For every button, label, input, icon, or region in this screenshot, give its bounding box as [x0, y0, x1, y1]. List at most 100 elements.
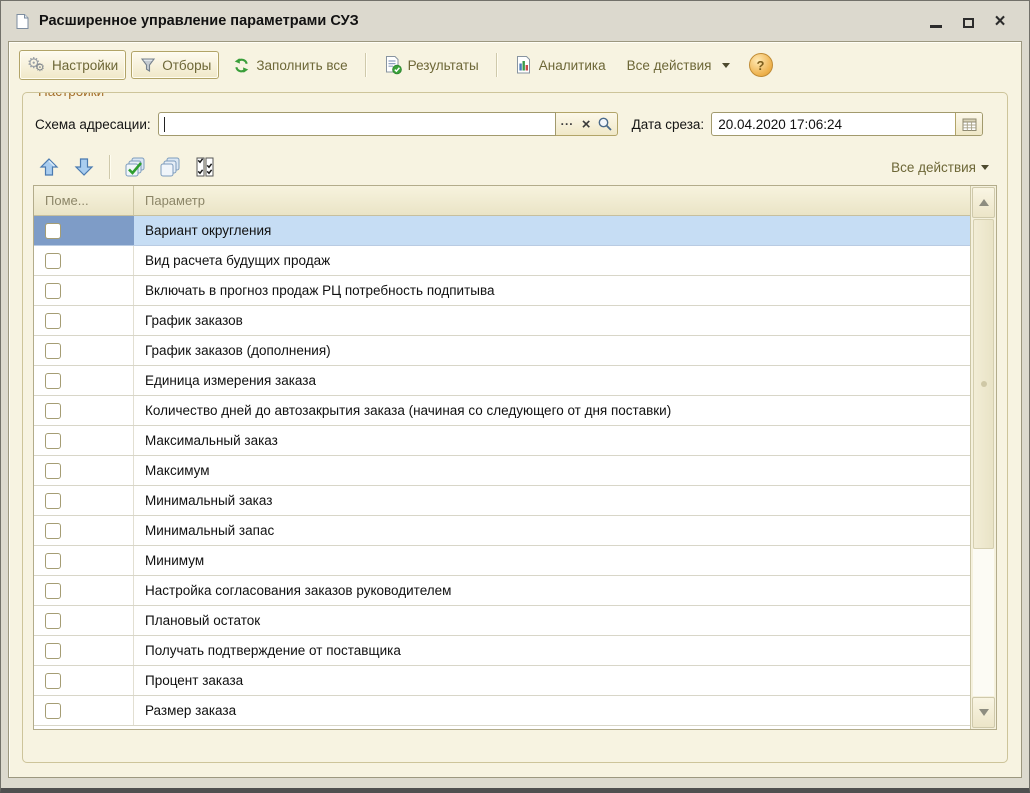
- table-row[interactable]: Количество дней до автозакрытия заказа (…: [34, 396, 970, 426]
- filters-button[interactable]: Отборы: [131, 51, 219, 79]
- row-checkbox[interactable]: [45, 583, 61, 599]
- row-mark-cell[interactable]: [34, 486, 134, 515]
- row-checkbox[interactable]: [45, 523, 61, 539]
- column-header-parameter[interactable]: Параметр: [134, 186, 970, 215]
- row-param-label: Минимум: [134, 546, 970, 575]
- funnel-icon: [139, 56, 157, 74]
- row-checkbox[interactable]: [45, 403, 61, 419]
- row-mark-cell[interactable]: [34, 606, 134, 635]
- text-caret: [164, 117, 165, 132]
- row-checkbox[interactable]: [45, 433, 61, 449]
- row-checkbox[interactable]: [45, 283, 61, 299]
- table-row[interactable]: Процент заказа: [34, 666, 970, 696]
- minimize-icon[interactable]: [928, 13, 944, 29]
- row-mark-cell[interactable]: [34, 696, 134, 725]
- table-body: Вариант округленияВид расчета будущих пр…: [34, 216, 970, 729]
- table-row[interactable]: Единица измерения заказа: [34, 366, 970, 396]
- maximize-icon[interactable]: [960, 13, 976, 29]
- table-row[interactable]: График заказов (дополнения): [34, 336, 970, 366]
- row-mark-cell[interactable]: [34, 576, 134, 605]
- analytics-button-label: Аналитика: [539, 58, 606, 73]
- row-mark-cell[interactable]: [34, 396, 134, 425]
- fill-all-button[interactable]: Заполнить все: [224, 51, 355, 80]
- table-header: Поме... Параметр: [34, 186, 970, 216]
- row-checkbox[interactable]: [45, 373, 61, 389]
- row-mark-cell[interactable]: [34, 666, 134, 695]
- clear-icon[interactable]: ×: [577, 114, 596, 134]
- row-checkbox[interactable]: [45, 703, 61, 719]
- row-checkbox[interactable]: [45, 613, 61, 629]
- lookup-button[interactable]: ...: [558, 111, 577, 137]
- table-row[interactable]: Максимум: [34, 456, 970, 486]
- app-window: Расширенное управление параметрами СУЗ ×…: [0, 0, 1030, 793]
- results-button[interactable]: Результаты: [375, 50, 487, 80]
- table-row[interactable]: Минимальный заказ: [34, 486, 970, 516]
- settings-button[interactable]: ⚙⚙ Настройки: [19, 50, 126, 80]
- row-checkbox[interactable]: [45, 493, 61, 509]
- row-mark-cell[interactable]: [34, 216, 134, 245]
- scrollbar-track[interactable]: [973, 549, 994, 696]
- column-header-mark[interactable]: Поме...: [34, 186, 134, 215]
- date-label: Дата среза:: [632, 117, 705, 132]
- date-input[interactable]: 20.04.2020 17:06:24: [712, 113, 955, 135]
- table-row[interactable]: Максимальный заказ: [34, 426, 970, 456]
- settings-button-label: Настройки: [52, 58, 118, 73]
- scroll-up-button[interactable]: [972, 187, 995, 218]
- vertical-scrollbar[interactable]: [970, 186, 996, 729]
- scrollbar-thumb[interactable]: [973, 219, 994, 549]
- table-row[interactable]: Включать в прогноз продаж РЦ потребность…: [34, 276, 970, 306]
- row-param-label: Минимальный заказ: [134, 486, 970, 515]
- check-all-button[interactable]: [121, 153, 149, 181]
- results-button-label: Результаты: [408, 58, 479, 73]
- table-row[interactable]: Минимум: [34, 546, 970, 576]
- filters-button-label: Отборы: [162, 58, 211, 73]
- calendar-icon[interactable]: [955, 113, 982, 135]
- invert-marks-button[interactable]: [191, 153, 219, 181]
- scroll-down-button[interactable]: [972, 697, 995, 728]
- move-down-button[interactable]: [70, 153, 98, 181]
- row-mark-cell[interactable]: [34, 336, 134, 365]
- table-row[interactable]: Минимальный запас: [34, 516, 970, 546]
- table-row[interactable]: Плановый остаток: [34, 606, 970, 636]
- refresh-icon: [232, 56, 251, 75]
- row-mark-cell[interactable]: [34, 276, 134, 305]
- table-row[interactable]: Размер заказа: [34, 696, 970, 726]
- move-up-button[interactable]: [35, 153, 63, 181]
- gears-icon: ⚙⚙: [27, 55, 47, 75]
- analytics-button[interactable]: Аналитика: [506, 50, 614, 80]
- table-row[interactable]: Вариант округления: [34, 216, 970, 246]
- table-row[interactable]: График заказов: [34, 306, 970, 336]
- row-mark-cell[interactable]: [34, 516, 134, 545]
- row-checkbox[interactable]: [45, 313, 61, 329]
- table-row[interactable]: Настройка согласования заказов руководит…: [34, 576, 970, 606]
- results-icon: [383, 55, 403, 75]
- table-row[interactable]: Вид расчета будущих продаж: [34, 246, 970, 276]
- help-button[interactable]: ?: [749, 53, 773, 77]
- settings-fields-row: Схема адресации: ... ×: [35, 111, 995, 137]
- row-mark-cell[interactable]: [34, 366, 134, 395]
- row-mark-cell[interactable]: [34, 306, 134, 335]
- row-checkbox[interactable]: [45, 253, 61, 269]
- row-mark-cell[interactable]: [34, 456, 134, 485]
- row-checkbox[interactable]: [45, 673, 61, 689]
- table-row[interactable]: Получать подтверждение от поставщика: [34, 636, 970, 666]
- all-actions-button[interactable]: Все действия: [619, 53, 738, 78]
- list-toolbar: Все действия: [33, 149, 997, 185]
- row-checkbox[interactable]: [45, 643, 61, 659]
- search-icon[interactable]: [596, 114, 615, 134]
- row-checkbox[interactable]: [45, 553, 61, 569]
- row-mark-cell[interactable]: [34, 426, 134, 455]
- row-mark-cell[interactable]: [34, 636, 134, 665]
- invert-marks-icon: [194, 156, 216, 178]
- schema-input[interactable]: [158, 112, 556, 136]
- uncheck-all-button[interactable]: [156, 153, 184, 181]
- row-param-label: Размер заказа: [134, 696, 970, 725]
- close-icon[interactable]: ×: [992, 13, 1008, 29]
- list-all-actions-button[interactable]: Все действия: [885, 157, 995, 178]
- row-checkbox[interactable]: [45, 343, 61, 359]
- row-mark-cell[interactable]: [34, 246, 134, 275]
- row-checkbox[interactable]: [45, 223, 61, 239]
- uncheck-all-icon: [158, 155, 182, 179]
- row-mark-cell[interactable]: [34, 546, 134, 575]
- row-checkbox[interactable]: [45, 463, 61, 479]
